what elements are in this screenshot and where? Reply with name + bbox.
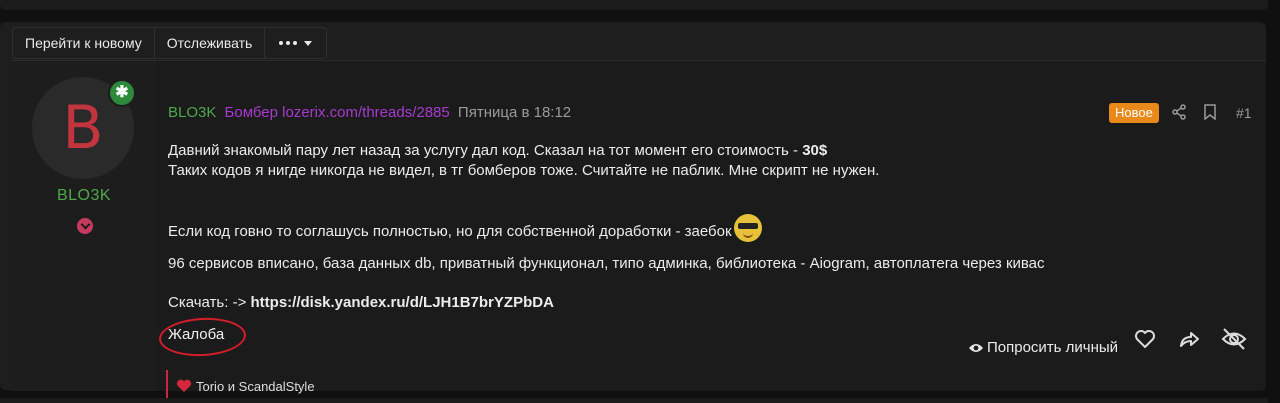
download-line: Скачать: -> https://disk.yandex.ru/d/LJH…	[168, 294, 554, 311]
jump-to-new-button[interactable]: Перейти к новому	[13, 28, 155, 58]
post-meta: BLO3K Бомбер lozerix.com/threads/2885 Пя…	[168, 104, 571, 121]
more-dots-icon	[279, 41, 284, 45]
chevron-down-icon	[80, 219, 90, 230]
bookmark-icon[interactable]	[1203, 104, 1217, 125]
user-name[interactable]: BLO3K	[11, 187, 157, 205]
request-private-label: Попросить личный	[987, 339, 1119, 356]
watch-button[interactable]: Отслеживать	[155, 28, 266, 58]
chevron-down-icon	[304, 40, 313, 46]
post-number[interactable]: #1	[1236, 105, 1252, 121]
post-line-4: 96 сервисов вписано, база данных db, при…	[168, 255, 1045, 272]
share-icon[interactable]	[1171, 104, 1187, 125]
post-line-2: Таких кодов я нигде никогда не видел, в …	[168, 162, 880, 179]
thread-toolbar: Перейти к новому Отслеживать	[12, 27, 328, 59]
previous-card-edge	[0, 0, 1268, 10]
reactions-text: Torio и ScandalStyle	[196, 378, 315, 394]
heart-icon	[176, 379, 192, 392]
download-link[interactable]: https://disk.yandex.ru/d/LJH1B7brYZPbDA	[251, 294, 554, 311]
post-card: Перейти к новому Отслеживать B ✱ BLO3K B…	[0, 22, 1266, 402]
new-badge: Новое	[1109, 103, 1159, 123]
request-private-button[interactable]: Попросить личный	[968, 339, 1118, 356]
reply-arrow-icon[interactable]	[1177, 327, 1201, 356]
user-info-toggle[interactable]	[77, 218, 93, 234]
cool-emoji-icon	[733, 214, 762, 242]
avatar-letter: B	[62, 93, 104, 163]
eye-icon	[969, 343, 983, 352]
annotation-circle	[158, 315, 247, 359]
price: 30$	[802, 142, 828, 159]
eye-off-icon[interactable]	[1220, 325, 1248, 358]
next-card-edge	[0, 398, 1268, 403]
meta-author[interactable]: BLO3K	[168, 104, 216, 121]
post: B ✱ BLO3K BLO3K Бомбер lozerix.com/threa…	[11, 60, 1266, 402]
post-line-1: Давний знакомый пару лет назад за услугу…	[168, 142, 828, 159]
more-options-button[interactable]	[265, 28, 326, 58]
heart-icon[interactable]	[1133, 327, 1157, 356]
user-column: B ✱ BLO3K	[11, 61, 157, 391]
thread-link[interactable]: Бомбер lozerix.com/threads/2885	[225, 104, 450, 121]
post-time[interactable]: Пятница в 18:12	[458, 104, 571, 121]
star-icon: ✱	[108, 79, 136, 107]
post-line-3: Если код говно то соглашусь полностью, н…	[168, 214, 762, 242]
